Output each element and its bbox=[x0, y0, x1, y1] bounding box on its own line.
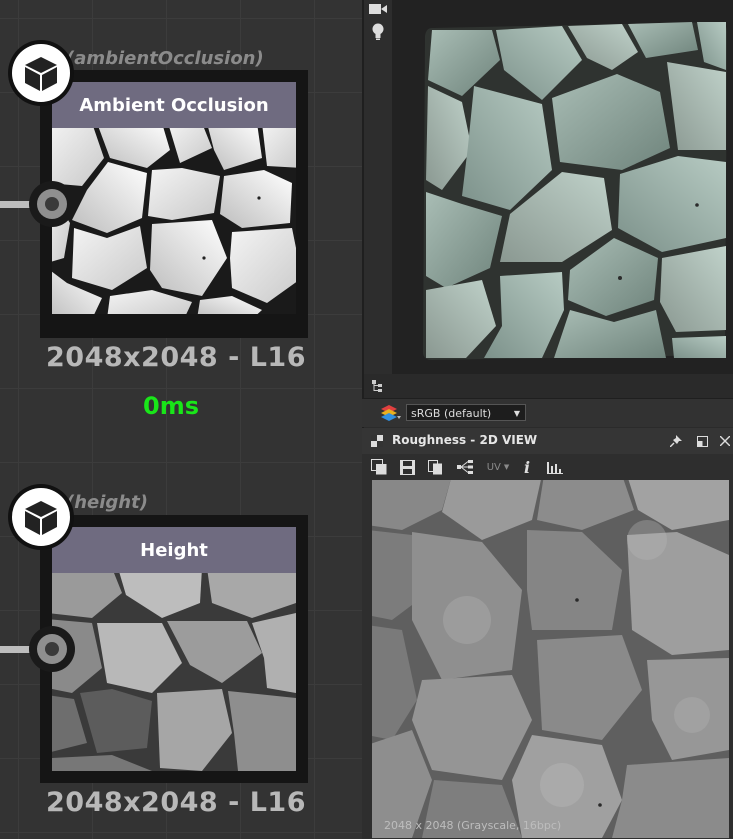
chevron-down-icon: ▼ bbox=[513, 409, 520, 418]
chevron-down-icon: ▼ bbox=[503, 463, 510, 471]
node-compute-time: 0ms bbox=[143, 392, 199, 420]
3d-view-toolbar bbox=[364, 0, 392, 398]
colorspace-toolbar: sRGB (default) ▼ bbox=[362, 398, 733, 427]
cube-icon bbox=[25, 501, 57, 535]
checkerboard-icon bbox=[370, 434, 384, 448]
node-input-port[interactable] bbox=[29, 626, 75, 672]
node-resolution-label: 2048x2048 - L16 bbox=[46, 342, 306, 373]
panel-header: Roughness - 2D VIEW bbox=[362, 428, 733, 454]
camera-icon[interactable] bbox=[368, 2, 388, 16]
node-title: Height bbox=[52, 527, 296, 573]
2d-view-toolbar: UV ▼ i bbox=[362, 454, 733, 480]
cube-icon bbox=[25, 57, 57, 91]
maximize-icon[interactable] bbox=[694, 433, 710, 449]
graph-links-icon[interactable] bbox=[456, 458, 474, 476]
scene-tree-icon[interactable] bbox=[370, 378, 386, 394]
output-node-ambient-occlusion[interactable]: Ambient Occlusion bbox=[40, 70, 308, 338]
node-resolution-label: 2048x2048 - L16 bbox=[46, 787, 306, 818]
output-node-height[interactable]: Height bbox=[40, 515, 308, 783]
3d-viewport[interactable] bbox=[392, 0, 733, 374]
node-graph[interactable]: (ambientOcclusion) Ambient Occlusion 204… bbox=[0, 0, 362, 839]
2d-view-panel: Roughness - 2D VIEW UV ▼ i 2048 x 2048 (… bbox=[362, 428, 733, 839]
node-type-badge bbox=[8, 40, 74, 106]
colorspace-value: sRGB (default) bbox=[411, 407, 492, 420]
node-title: Ambient Occlusion bbox=[52, 82, 296, 128]
close-icon[interactable] bbox=[718, 433, 732, 449]
node-identifier: (height) bbox=[66, 492, 148, 513]
uv-label: UV bbox=[486, 461, 501, 473]
panel-title: Roughness - 2D VIEW bbox=[392, 433, 538, 447]
pin-icon[interactable] bbox=[668, 433, 684, 449]
save-icon[interactable] bbox=[398, 458, 416, 476]
roughness-2d-view-image[interactable]: 2048 x 2048 (Grayscale, 16bpc) bbox=[372, 480, 729, 838]
node-thumbnail bbox=[52, 573, 296, 771]
3d-view-footer bbox=[364, 374, 733, 398]
node-thumbnail bbox=[52, 128, 296, 314]
fit-view-icon[interactable] bbox=[370, 458, 388, 476]
info-icon: i bbox=[523, 457, 531, 477]
histogram-icon[interactable] bbox=[546, 458, 564, 476]
colorspace-dropdown[interactable]: sRGB (default) ▼ bbox=[406, 404, 526, 421]
node-connection-wire bbox=[0, 646, 32, 653]
info-button[interactable]: i bbox=[520, 457, 534, 477]
layers-icon[interactable] bbox=[380, 404, 402, 422]
image-info-status: 2048 x 2048 (Grayscale, 16bpc) bbox=[384, 819, 562, 832]
copy-icon[interactable] bbox=[426, 458, 444, 476]
node-input-port[interactable] bbox=[29, 181, 75, 227]
node-identifier: (ambientOcclusion) bbox=[66, 48, 264, 69]
uv-toggle[interactable]: UV ▼ bbox=[482, 459, 514, 475]
node-connection-wire bbox=[0, 201, 32, 208]
light-bulb-icon[interactable] bbox=[368, 22, 388, 42]
3d-view-panel bbox=[364, 0, 733, 398]
node-type-badge bbox=[8, 484, 74, 550]
